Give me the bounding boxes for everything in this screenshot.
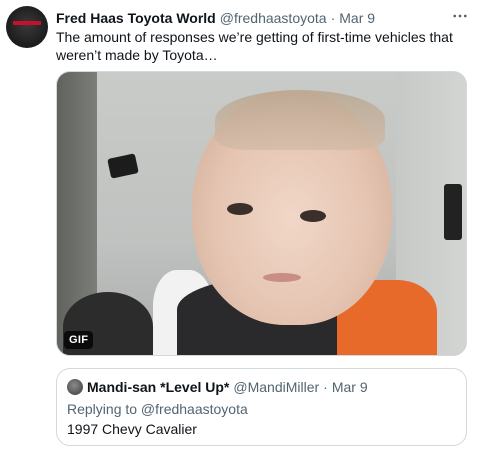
- avatar-logo-bar: [13, 21, 41, 25]
- media-scene-bracket-right: [444, 184, 462, 240]
- quoted-author-handle[interactable]: @MandiMiller: [233, 379, 319, 395]
- gif-media[interactable]: GIF: [56, 71, 467, 356]
- tweet-date[interactable]: Mar 9: [339, 10, 375, 26]
- author-avatar[interactable]: [6, 6, 48, 48]
- quoted-tweet-header: Mandi-san *Level Up* @MandiMiller · Mar …: [87, 377, 368, 397]
- media-scene-hair: [215, 90, 385, 150]
- author-display-name[interactable]: Fred Haas Toyota World: [56, 10, 216, 26]
- quoted-author-display-name[interactable]: Mandi-san *Level Up*: [87, 379, 229, 395]
- author-handle[interactable]: @fredhaastoyota: [220, 10, 327, 26]
- media-scene-eye: [300, 210, 326, 222]
- media-scene-bracket: [107, 153, 139, 179]
- quoted-tweet-card[interactable]: Mandi-san *Level Up* @MandiMiller · Mar …: [56, 368, 467, 446]
- header-separator: ·: [330, 10, 336, 26]
- tweet-text: The amount of responses we’re getting of…: [56, 29, 453, 63]
- tweet-header: Fred Haas Toyota World @fredhaastoyota ·…: [56, 9, 375, 27]
- media-scene-eye: [227, 203, 253, 215]
- replying-to-label: Replying to @fredhaastoyota: [67, 401, 248, 417]
- tweet[interactable]: Fred Haas Toyota World @fredhaastoyota ·…: [0, 0, 480, 456]
- quoted-author-avatar[interactable]: [67, 379, 83, 395]
- more-dots-icon: [453, 14, 467, 18]
- media-scene-mouth: [263, 273, 301, 282]
- quoted-tweet-text: 1997 Chevy Cavalier: [67, 421, 197, 437]
- more-options-button[interactable]: [448, 6, 472, 26]
- quoted-tweet-date[interactable]: Mar 9: [332, 379, 368, 395]
- gif-badge: GIF: [64, 331, 94, 349]
- quoted-header-separator: ·: [323, 379, 328, 395]
